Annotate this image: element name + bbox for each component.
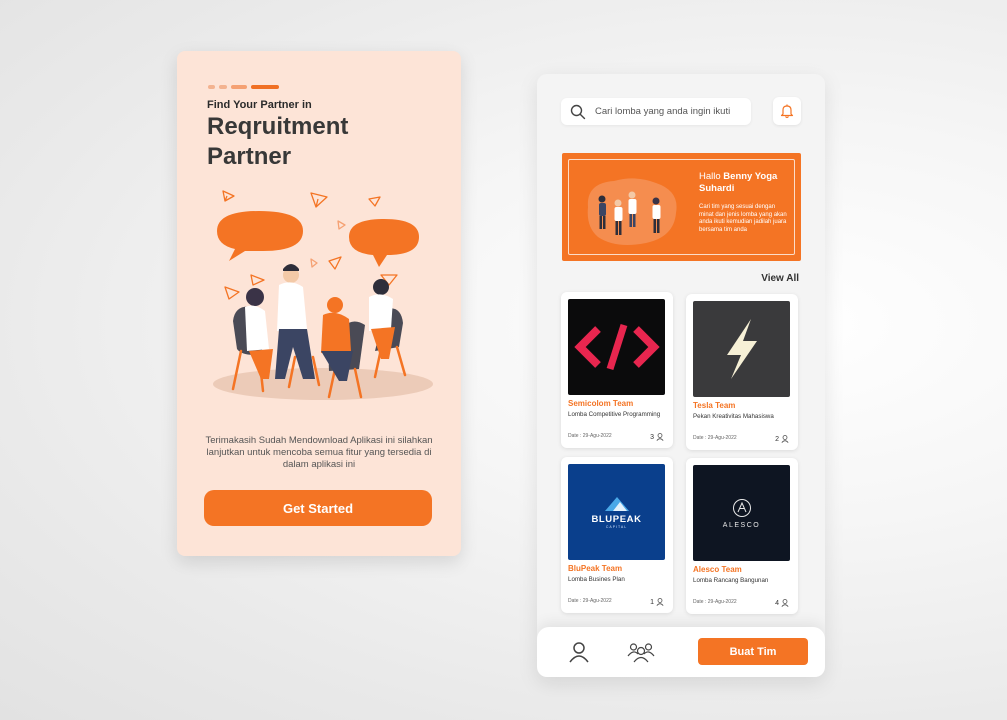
team-group-icon[interactable]	[627, 641, 655, 663]
page-dot	[231, 85, 247, 89]
banner-greeting: Hallo Benny Yoga Suhardi	[699, 171, 791, 195]
bell-icon	[780, 104, 794, 119]
team-date: Date : 29-Agu-2022	[693, 435, 737, 441]
onboarding-subtitle: Find Your Partner in	[207, 99, 312, 111]
alesco-logo-text: ALESCO	[722, 521, 761, 529]
home-screen: Hallo Benny Yoga Suhardi Cari tim yang s…	[537, 74, 825, 677]
view-all-link[interactable]: View All	[761, 273, 799, 284]
page-dot	[208, 85, 215, 89]
team-date: Date : 29-Agu-2022	[568, 598, 612, 604]
competition-name: Pekan Kreativitas Mahasiswa	[693, 413, 774, 420]
blupeak-logo: BLUPEAK CAPITAL	[568, 464, 665, 560]
competition-name: Lomba Busines Plan	[568, 576, 625, 583]
team-card[interactable]: Semicolom Team Lomba Competitive Program…	[561, 292, 673, 448]
person-icon	[781, 435, 789, 443]
profile-icon[interactable]	[568, 641, 590, 663]
member-count: 4	[775, 599, 789, 607]
code-icon	[568, 299, 665, 395]
team-card[interactable]: Tesla Team Pekan Kreativitas Mahasiswa D…	[686, 294, 798, 450]
member-count: 3	[650, 433, 664, 441]
team-name: Semicolom Team	[568, 399, 634, 408]
search-input[interactable]	[591, 98, 751, 125]
banner-text: Cari tim yang sesuai dengan minat dan je…	[699, 204, 787, 233]
greeting-text: Hallo	[699, 171, 721, 182]
bottom-nav: Buat Tim	[537, 627, 825, 677]
member-count-value: 1	[650, 598, 654, 606]
team-date: Date : 29-Agu-2022	[568, 433, 612, 439]
person-icon	[656, 433, 664, 441]
team-discussion-illustration	[213, 190, 433, 400]
team-card[interactable]: BLUPEAK CAPITAL BluPeak Team Lomba Busin…	[561, 457, 673, 613]
search-icon	[565, 98, 591, 125]
person-icon	[656, 598, 664, 606]
blupeak-logo-subtext: CAPITAL	[605, 525, 628, 529]
onboarding-screen: Find Your Partner in Reqruitment Partner	[177, 51, 461, 556]
competition-name: Lomba Competitive Programming	[568, 411, 661, 418]
team-name: Alesco Team	[693, 565, 742, 574]
member-count: 1	[650, 598, 664, 606]
page-indicator	[208, 85, 279, 89]
welcome-banner[interactable]: Hallo Benny Yoga Suhardi Cari tim yang s…	[562, 153, 801, 261]
person-icon	[781, 599, 789, 607]
page-dot-active	[251, 85, 279, 89]
member-count-value: 4	[775, 599, 779, 607]
lightning-icon	[693, 301, 790, 397]
team-date: Date : 29-Agu-2022	[693, 599, 737, 605]
get-started-button[interactable]: Get Started	[204, 490, 432, 526]
competition-name: Lomba Rancang Bangunan	[693, 577, 769, 584]
onboarding-description: Terimakasih Sudah Mendownload Aplikasi i…	[205, 435, 433, 470]
team-name: Tesla Team	[693, 401, 736, 410]
page-dot	[219, 85, 227, 89]
member-count: 2	[775, 435, 789, 443]
member-count-value: 2	[775, 435, 779, 443]
banner-illustration	[587, 178, 677, 245]
notification-button[interactable]	[773, 97, 801, 125]
team-card[interactable]: ALESCO Alesco Team Lomba Rancang Banguna…	[686, 458, 798, 614]
onboarding-title: Reqruitment Partner	[207, 113, 349, 170]
alesco-logo: ALESCO	[693, 465, 790, 561]
create-team-button[interactable]: Buat Tim	[698, 638, 808, 665]
search-bar[interactable]	[561, 98, 751, 125]
member-count-value: 3	[650, 433, 654, 441]
team-name: BluPeak Team	[568, 564, 623, 573]
blupeak-logo-text: BLUPEAK	[591, 514, 642, 525]
